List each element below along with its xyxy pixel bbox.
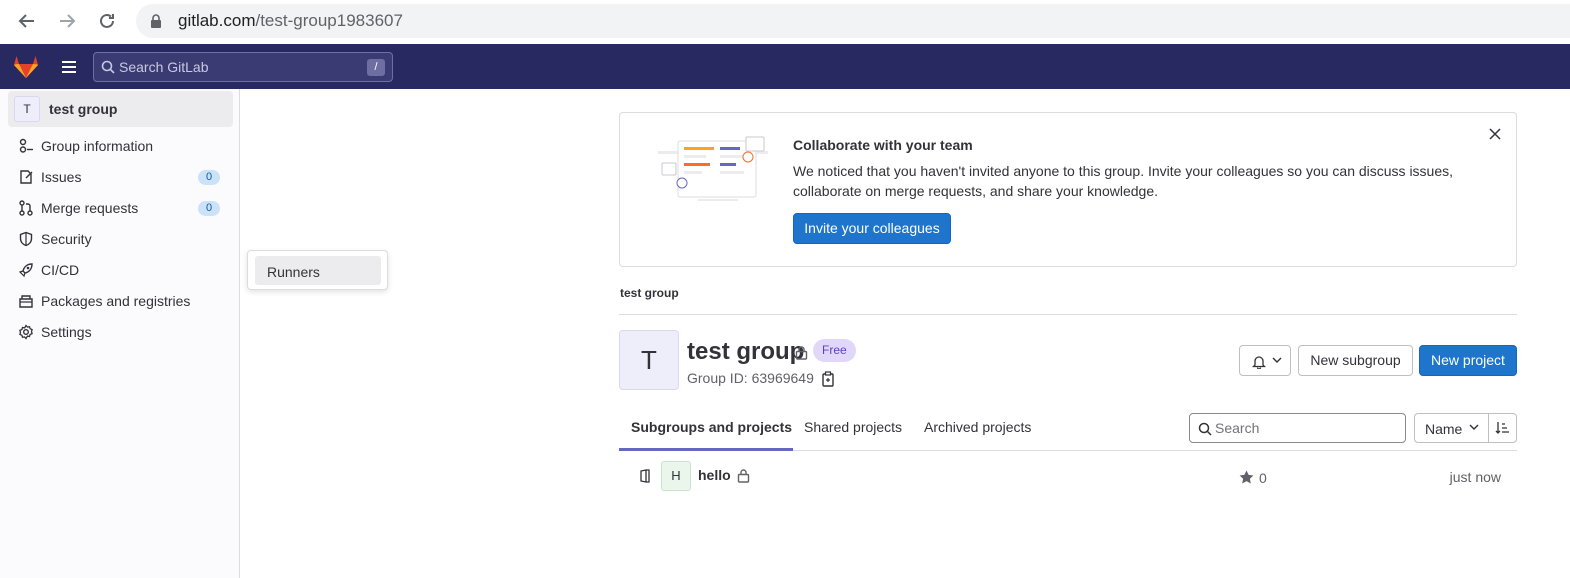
sidebar-item-label: Security [41, 231, 92, 247]
project-avatar: H [661, 461, 691, 491]
search-icon [1198, 422, 1212, 436]
rocket-icon [18, 263, 33, 278]
gitlab-topbar: Search GitLab / [0, 44, 1570, 89]
forward-button[interactable] [54, 8, 80, 34]
chevron-down-icon [1469, 424, 1479, 430]
sidebar-item-settings[interactable]: Settings [8, 318, 233, 346]
issues-count-badge: 0 [198, 170, 220, 185]
copy-icon[interactable] [821, 371, 835, 387]
sidebar-item-cicd[interactable]: CI/CD [8, 256, 233, 284]
sort-direction-button[interactable] [1488, 413, 1517, 443]
sidebar-item-label: Group information [41, 138, 154, 154]
sidebar-item-label: Settings [41, 324, 92, 340]
group-avatar: T [14, 96, 40, 122]
tab-subgroups-and-projects[interactable]: Subgroups and projects [631, 419, 792, 435]
chevron-down-icon [1272, 357, 1282, 363]
active-tab-indicator [619, 448, 793, 451]
url-text: gitlab.com/test-group1983607 [178, 11, 403, 31]
issues-icon [20, 170, 33, 184]
tab-archived-projects[interactable]: Archived projects [924, 419, 1031, 435]
arrow-right-icon [60, 14, 76, 28]
bell-icon [1252, 356, 1266, 369]
search-shortcut-key: / [367, 59, 385, 76]
search-placeholder: Search GitLab [119, 59, 209, 75]
sidebar-item-label: Issues [41, 169, 82, 185]
breadcrumb[interactable]: test group [620, 286, 679, 300]
sort-label: Name [1425, 421, 1463, 437]
banner-body: We noticed that you haven't invited anyo… [793, 163, 1454, 199]
notification-settings-button[interactable] [1239, 345, 1291, 376]
gear-icon [19, 324, 33, 340]
sidebar-item-issues[interactable]: Issues 0 [8, 163, 233, 191]
sidebar-item-label: Packages and registries [41, 293, 191, 309]
sidebar: T test group Group information Issues 0 … [0, 89, 240, 578]
search-icon [101, 60, 115, 74]
group-id: Group ID: 63969649 [687, 370, 814, 386]
package-icon [19, 295, 33, 308]
address-bar[interactable]: gitlab.com/test-group1983607 [136, 4, 1570, 38]
cicd-flyout-menu: Runners [247, 250, 388, 290]
project-icon [640, 469, 650, 483]
arrow-left-icon [18, 14, 34, 28]
reload-icon [100, 13, 114, 28]
new-project-button[interactable]: New project [1419, 345, 1517, 376]
new-subgroup-button[interactable]: New subgroup [1298, 345, 1413, 376]
star-count: 0 [1259, 470, 1267, 486]
tab-shared-projects[interactable]: Shared projects [804, 419, 902, 435]
sidebar-item-security[interactable]: Security [8, 225, 233, 253]
merge-request-icon [19, 200, 33, 216]
sort-dropdown[interactable]: Name [1414, 413, 1490, 443]
flyout-item-runners[interactable]: Runners [255, 256, 381, 285]
reload-button[interactable] [94, 8, 120, 34]
lock-icon [795, 346, 808, 360]
lock-icon [737, 469, 750, 483]
merge-requests-count-badge: 0 [198, 201, 220, 216]
sidebar-item-label: CI/CD [41, 262, 80, 278]
collaboration-illustration [658, 136, 768, 201]
invite-banner: Collaborate with your team We noticed th… [619, 112, 1517, 267]
project-search-input[interactable] [1215, 419, 1395, 437]
shield-icon [19, 231, 33, 247]
breadcrumb-divider [619, 314, 1517, 315]
star-icon [1239, 470, 1254, 484]
gitlab-logo-icon[interactable] [12, 53, 40, 79]
back-button[interactable] [14, 8, 40, 34]
sort-ascending-icon [1495, 422, 1509, 434]
project-name-link[interactable]: hello [698, 467, 731, 483]
group-avatar-large: T [619, 330, 679, 390]
sidebar-item-packages[interactable]: Packages and registries [8, 287, 233, 315]
sidebar-group-header[interactable]: T test group [8, 91, 233, 127]
group-information-icon [19, 138, 33, 153]
invite-colleagues-button[interactable]: Invite your colleagues [793, 213, 951, 244]
sidebar-item-merge-requests[interactable]: Merge requests 0 [8, 194, 233, 222]
url-host: gitlab.com [178, 11, 256, 30]
hamburger-menu-icon[interactable] [58, 56, 80, 78]
close-icon[interactable] [1488, 127, 1502, 141]
browser-toolbar: gitlab.com/test-group1983607 [0, 0, 1570, 44]
lock-icon [151, 14, 161, 28]
sidebar-item-group-information[interactable]: Group information [8, 132, 233, 160]
plan-badge: Free [813, 339, 856, 362]
sidebar-group-name: test group [49, 101, 118, 117]
page-title: test group [687, 338, 805, 365]
banner-title: Collaborate with your team [793, 137, 973, 153]
updated-time: just now [1449, 469, 1501, 485]
global-search[interactable]: Search GitLab / [93, 52, 393, 82]
table-row[interactable]: H hello 0 just now [619, 458, 1517, 494]
project-search[interactable] [1189, 413, 1406, 443]
url-path: /test-group1983607 [255, 11, 403, 30]
sidebar-item-label: Merge requests [41, 200, 139, 216]
